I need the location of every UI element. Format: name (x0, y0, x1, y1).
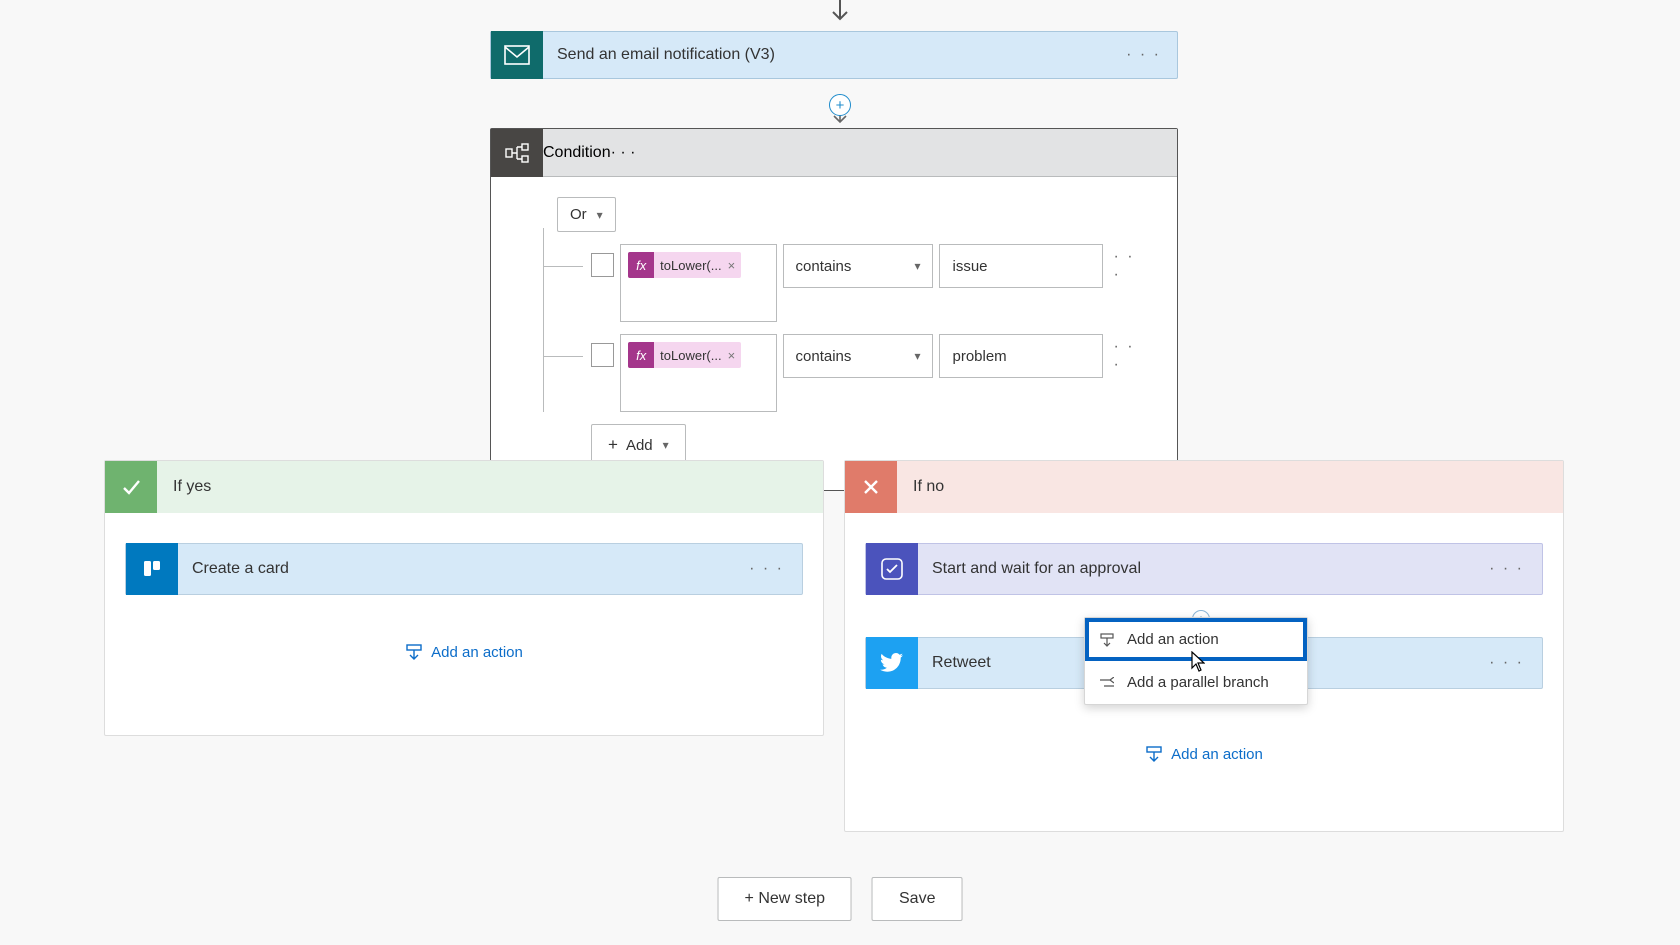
condition-icon (491, 129, 543, 177)
mail-icon (491, 31, 543, 79)
branch-title: If yes (157, 478, 211, 496)
add-action-icon (1145, 745, 1163, 763)
add-step-button[interactable]: + (829, 94, 851, 116)
new-step-button[interactable]: + New step (718, 877, 852, 921)
operand-right-input[interactable] (939, 244, 1103, 288)
card-menu-button[interactable]: · · · (1471, 654, 1542, 672)
token-text: toLower(... (660, 258, 721, 273)
expression-token[interactable]: fx toLower(... × (628, 342, 741, 368)
row-menu-button[interactable]: · · · (1113, 244, 1147, 288)
trello-icon (126, 543, 178, 595)
action-card-title: Send an email notification (V3) (543, 46, 1110, 64)
operator-select[interactable]: contains ▾ (783, 244, 934, 288)
branch-header[interactable]: If no (845, 461, 1563, 513)
fx-icon: fx (628, 252, 654, 278)
popover-add-action[interactable]: Add an action (1085, 618, 1307, 661)
token-remove-icon[interactable]: × (728, 348, 736, 363)
condition-header[interactable]: Condition · · · (491, 129, 1177, 177)
operand-left-input[interactable]: fx toLower(... × (620, 244, 776, 322)
insert-step-popover: Add an action Add a parallel branch (1084, 617, 1308, 705)
branch-yes: If yes Create a card · · · Add an action (104, 460, 824, 736)
approval-icon (866, 543, 918, 595)
flow-arrow-icon (830, 0, 850, 26)
chevron-down-icon: ▾ (914, 259, 920, 273)
condition-card[interactable]: Condition · · · Or ▾ fx toLower(... × co… (490, 128, 1178, 491)
operator-select[interactable]: contains ▾ (783, 334, 934, 378)
condition-title: Condition (543, 144, 611, 162)
plus-icon: + (608, 435, 618, 455)
operator-label: contains (796, 258, 852, 275)
add-action-label: Add an action (431, 644, 523, 661)
chevron-down-icon: ▾ (914, 349, 920, 363)
group-operator-select[interactable]: Or ▾ (557, 197, 616, 232)
branch-title: If no (897, 478, 944, 496)
action-card-email[interactable]: Send an email notification (V3) · · · (490, 31, 1178, 79)
twitter-icon (866, 637, 918, 689)
popover-item-label: Add a parallel branch (1127, 674, 1269, 691)
add-action-label: Add an action (1171, 746, 1263, 763)
card-menu-button[interactable]: · · · (611, 144, 636, 162)
group-operator-label: Or (570, 206, 587, 223)
action-card-title: Start and wait for an approval (918, 560, 1471, 578)
connector-line (531, 334, 591, 412)
condition-row: fx toLower(... × contains ▾ · · · (531, 334, 1147, 412)
parallel-branch-icon (1099, 677, 1115, 689)
action-card-trello[interactable]: Create a card · · · (125, 543, 803, 595)
expression-token[interactable]: fx toLower(... × (628, 252, 741, 278)
close-icon (845, 461, 897, 513)
card-menu-button[interactable]: · · · (731, 560, 802, 578)
action-card-approval[interactable]: Start and wait for an approval · · · (865, 543, 1543, 595)
row-menu-button[interactable]: · · · (1113, 334, 1147, 378)
popover-add-parallel[interactable]: Add a parallel branch (1085, 661, 1307, 704)
save-button[interactable]: Save (872, 877, 962, 921)
branch-header[interactable]: If yes (105, 461, 823, 513)
add-action-icon (405, 643, 423, 661)
fx-icon: fx (628, 342, 654, 368)
row-checkbox[interactable] (591, 253, 614, 277)
add-action-link[interactable]: Add an action (105, 643, 823, 661)
action-card-title: Create a card (178, 560, 731, 578)
token-text: toLower(... (660, 348, 721, 363)
operand-left-input[interactable]: fx toLower(... × (620, 334, 776, 412)
condition-body: Or ▾ fx toLower(... × contains ▾ · · · (491, 177, 1177, 490)
chevron-down-icon: ▾ (597, 208, 603, 222)
operand-right-input[interactable] (939, 334, 1103, 378)
add-action-link[interactable]: Add an action (845, 745, 1563, 763)
condition-row: fx toLower(... × contains ▾ · · · (531, 244, 1147, 322)
check-icon (105, 461, 157, 513)
row-checkbox[interactable] (591, 343, 614, 367)
token-remove-icon[interactable]: × (728, 258, 736, 273)
chevron-down-icon: ▾ (663, 438, 669, 452)
operator-label: contains (796, 348, 852, 365)
connector-line (531, 244, 591, 322)
footer-buttons: + New step Save (718, 877, 963, 921)
card-menu-button[interactable]: · · · (1110, 46, 1177, 64)
add-label: Add (626, 437, 653, 454)
add-action-icon (1099, 633, 1115, 647)
card-menu-button[interactable]: · · · (1471, 560, 1542, 578)
popover-item-label: Add an action (1127, 631, 1219, 648)
